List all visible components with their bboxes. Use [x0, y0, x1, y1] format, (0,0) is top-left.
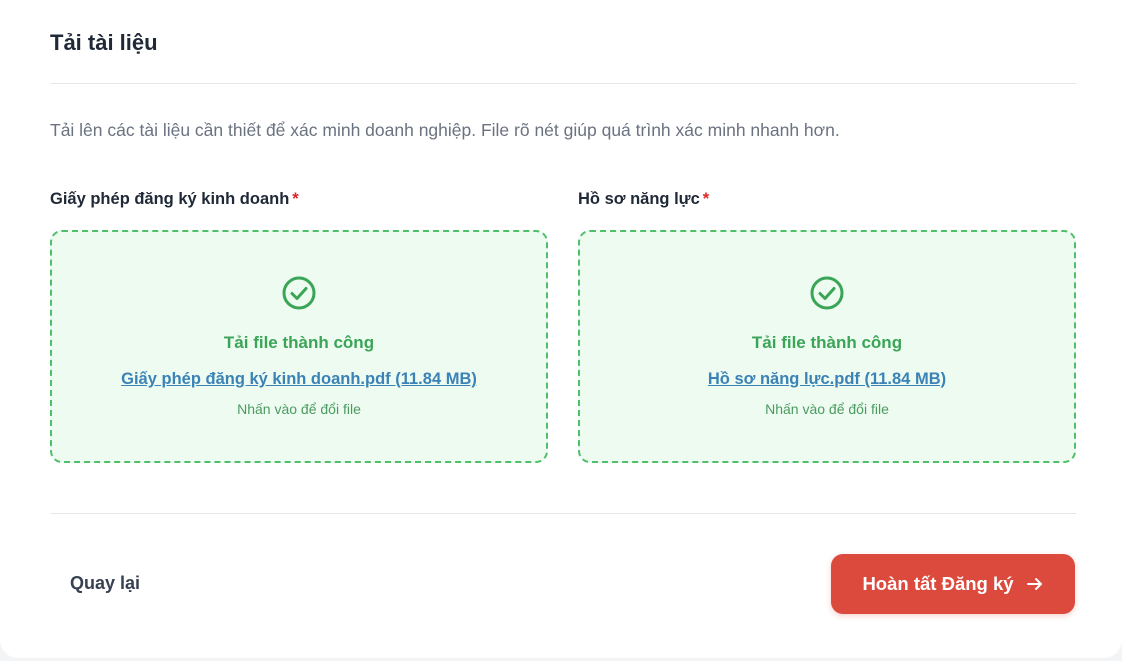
upload-success-text: Tải file thành công	[223, 333, 375, 352]
uploaded-file-link[interactable]: Giấy phép đăng ký kinh doanh.pdf (11.84 …	[52, 368, 546, 390]
complete-registration-label: Hoàn tất Đăng ký	[862, 573, 1014, 594]
required-mark: *	[702, 190, 710, 208]
capability-profile-dropzone[interactable]: Tải file thành công Hồ sơ năng lực.pdf (…	[578, 230, 1076, 463]
page-title: Tải tài liệu	[50, 30, 158, 55]
check-circle-icon	[282, 276, 316, 310]
back-button[interactable]: Quay lại	[50, 562, 160, 604]
change-file-hint: Nhấn vào để đổi file	[765, 401, 889, 417]
footer-divider	[50, 513, 1076, 514]
complete-registration-button[interactable]: Hoàn tất Đăng ký	[831, 554, 1075, 614]
check-circle-icon	[810, 276, 844, 310]
capability-profile-label: Hồ sơ năng lực *	[578, 188, 709, 210]
business-license-label-text: Giấy phép đăng ký kinh doanh	[50, 190, 290, 208]
business-license-dropzone[interactable]: Tải file thành công Giấy phép đăng ký ki…	[50, 230, 548, 463]
capability-profile-label-text: Hồ sơ năng lực	[578, 190, 700, 208]
required-mark: *	[292, 190, 299, 208]
page-description: Tải lên các tài liệu cần thiết để xác mi…	[50, 120, 840, 140]
business-license-label: Giấy phép đăng ký kinh doanh *	[50, 188, 299, 210]
upload-success-text: Tải file thành công	[751, 333, 903, 352]
upload-documents-card: Tải tài liệu Tải lên các tài liệu cần th…	[0, 0, 1122, 658]
title-divider	[50, 83, 1076, 84]
arrow-right-icon	[1026, 578, 1042, 590]
change-file-hint: Nhấn vào để đổi file	[237, 401, 361, 417]
uploaded-file-link[interactable]: Hồ sơ năng lực.pdf (11.84 MB)	[580, 368, 1074, 390]
